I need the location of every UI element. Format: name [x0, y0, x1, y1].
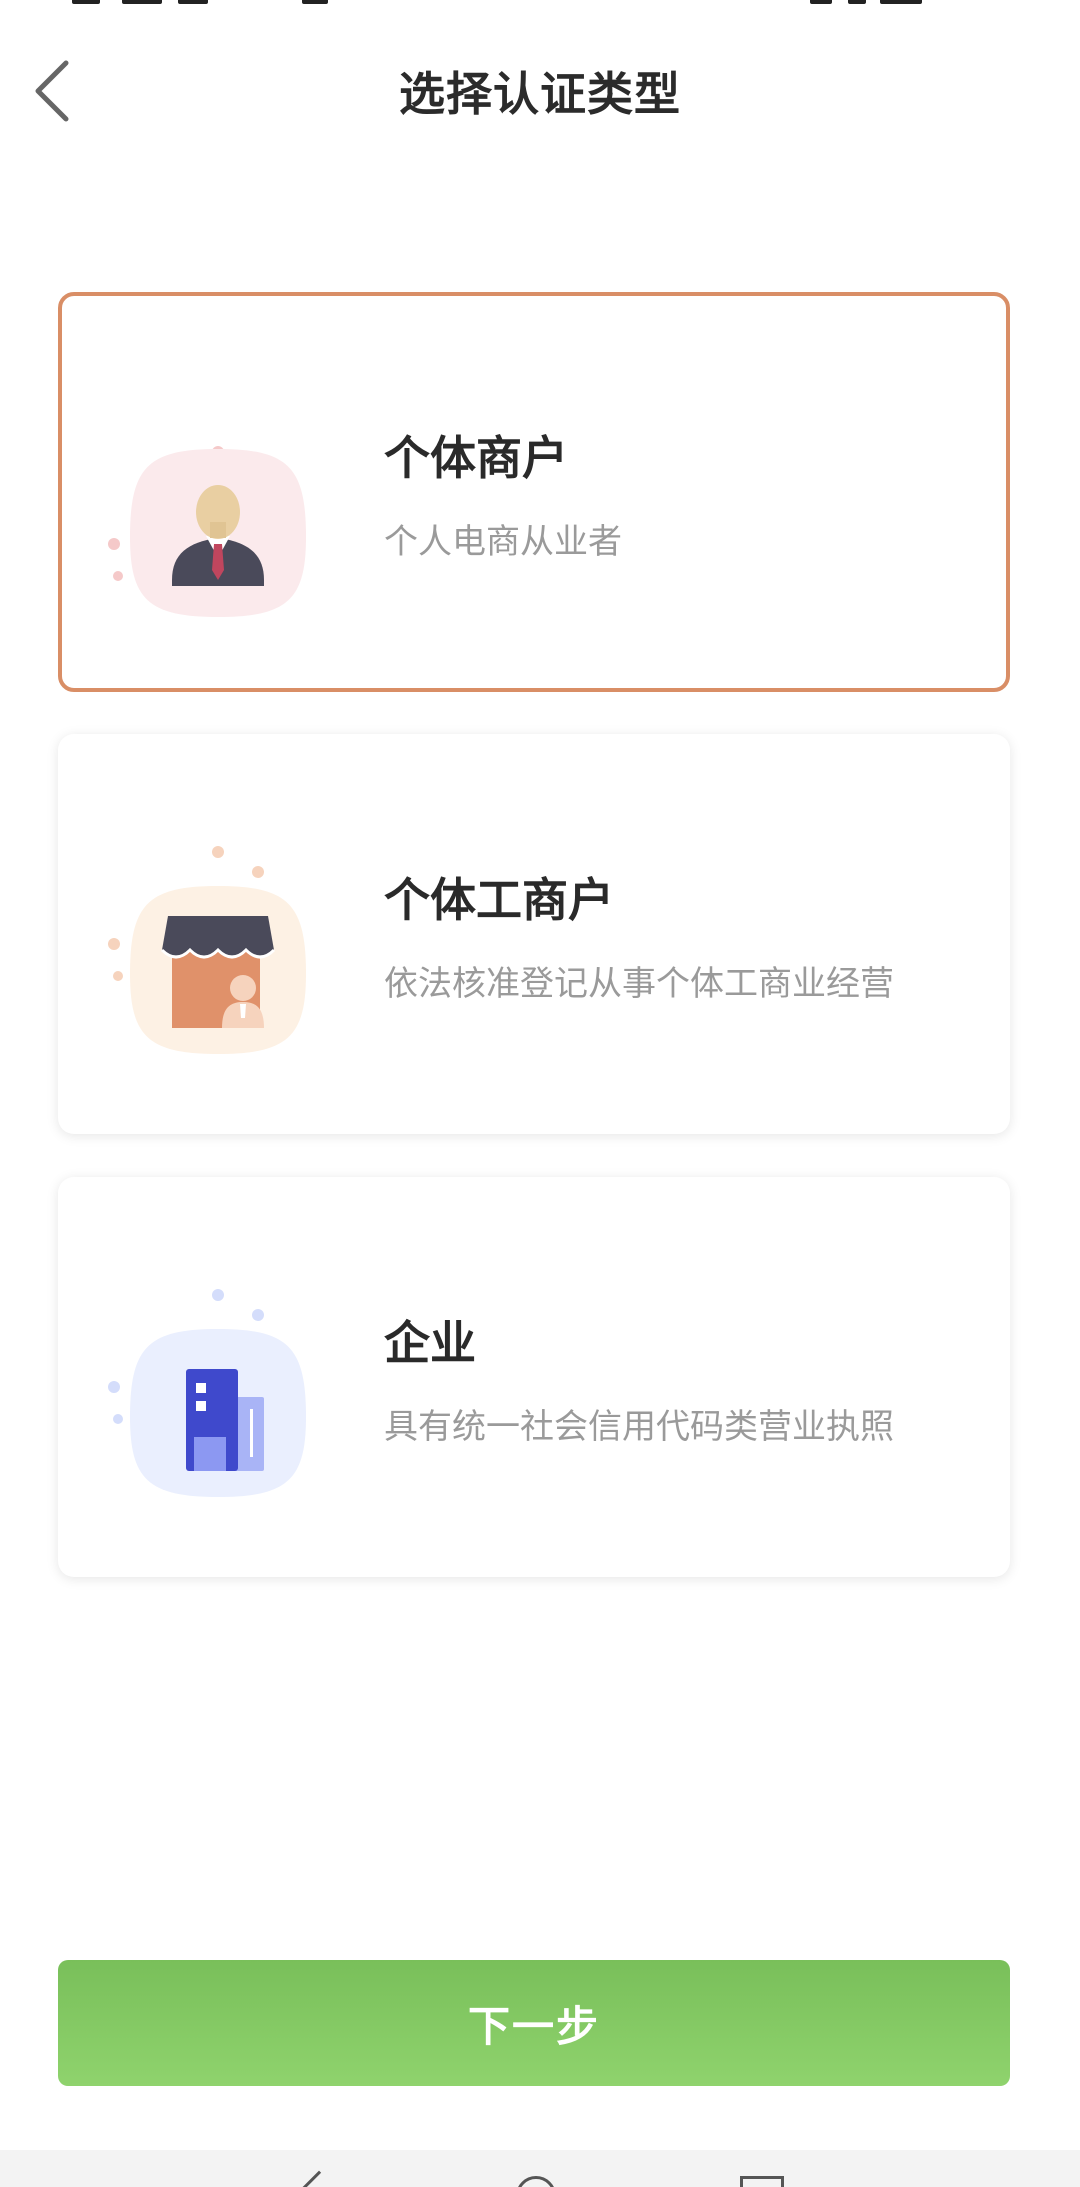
option-title: 个体工商户	[384, 873, 614, 927]
option-card-individual-merchant[interactable]: 个体商户 个人电商从业者	[58, 292, 1010, 692]
option-subtitle: 具有统一社会信用代码类营业执照	[384, 1407, 894, 1447]
option-title: 企业	[384, 1316, 476, 1370]
option-card-individual-business[interactable]: 个体工商户 依法核准登记从事个体工商业经营	[58, 734, 1010, 1134]
status-icon	[122, 0, 162, 4]
nav-recents-icon[interactable]	[740, 2176, 784, 2187]
status-icon	[72, 0, 100, 4]
signal-icon	[848, 0, 866, 4]
system-nav-bar	[0, 2150, 1080, 2187]
building-icon	[88, 1247, 348, 1507]
option-subtitle: 依法核准登记从事个体工商业经营	[384, 964, 894, 1004]
battery-icon	[880, 0, 922, 4]
nav-back-icon[interactable]	[300, 2170, 338, 2187]
next-button[interactable]: 下一步	[58, 1960, 1010, 2086]
storefront-icon	[88, 804, 348, 1064]
option-card-enterprise[interactable]: 企业 具有统一社会信用代码类营业执照	[58, 1177, 1010, 1577]
businessman-icon	[88, 362, 348, 622]
page-title: 选择认证类型	[399, 67, 681, 121]
option-subtitle: 个人电商从业者	[384, 522, 622, 562]
status-bar	[0, 0, 1080, 14]
nav-home-icon[interactable]	[516, 2176, 556, 2187]
status-icon	[302, 0, 328, 4]
header: 选择认证类型	[0, 40, 1080, 140]
wifi-icon	[810, 0, 832, 4]
status-icon	[178, 0, 208, 4]
option-title: 个体商户	[384, 431, 568, 485]
